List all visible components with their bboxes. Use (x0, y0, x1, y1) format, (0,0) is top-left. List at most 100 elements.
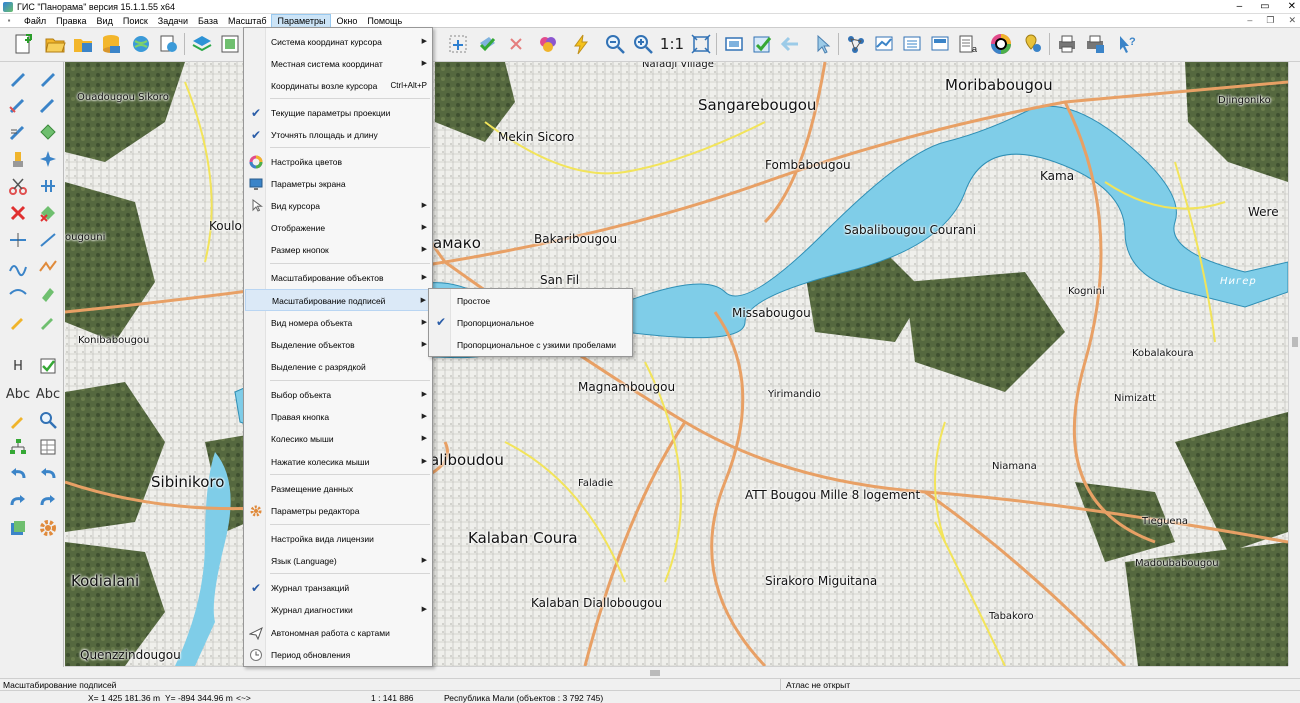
move-vertex-button[interactable] (35, 120, 61, 144)
delete-button[interactable] (5, 201, 31, 225)
menu-item-label-scaling[interactable]: Масштабирование подписей ▶ (245, 289, 432, 311)
hierarchy-button[interactable] (5, 435, 31, 459)
menu-item-sparse-selection[interactable]: Выделение с разрядкой (245, 356, 432, 378)
menu-item-object-number-view[interactable]: Вид номера объекта ▶ (245, 312, 432, 334)
properties-button[interactable] (5, 516, 31, 540)
menu-item-license-view[interactable]: Настройка вида лицензии (245, 528, 432, 550)
menu-item-cursor-coord-system[interactable]: Система координат курсора ▶ (245, 31, 432, 53)
delete-object-button[interactable] (503, 31, 529, 57)
settings-button[interactable] (35, 516, 61, 540)
menu-parameters[interactable]: Параметры (271, 13, 332, 28)
layers-button[interactable] (189, 31, 215, 57)
zoom-extent-button[interactable] (688, 31, 714, 57)
scale-1-1-button[interactable]: 1:1 (659, 31, 685, 57)
checked-box-button[interactable] (35, 354, 61, 378)
menu-item-object-scaling[interactable]: Масштабирование объектов ▶ (245, 267, 432, 289)
menu-item-diagnostic-log[interactable]: Журнал диагностики ▶ (245, 599, 432, 621)
maximize-icon[interactable]: ▭ (1260, 0, 1269, 14)
paint-button[interactable] (5, 147, 31, 171)
menu-search[interactable]: Поиск (118, 14, 153, 28)
network-tool-button[interactable] (843, 31, 869, 57)
menu-item-projection-params[interactable]: ✔ Текущие параметры проекции (245, 102, 432, 124)
list-window-button[interactable] (899, 31, 925, 57)
horizontal-scrollbar[interactable] (65, 666, 1288, 678)
copy-object-button[interactable] (5, 282, 31, 306)
submenu-item-proportional-narrow[interactable]: Пропорциональное с узкими пробелами (430, 334, 632, 356)
help-pointer-button[interactable]: ? (1114, 31, 1140, 57)
menu-item-right-button[interactable]: Правая кнопка ▶ (245, 406, 432, 428)
text-pencil-button[interactable] (5, 309, 31, 333)
text-abc-button[interactable]: Abc (5, 382, 31, 406)
menu-item-coords-near-cursor[interactable]: Координаты возле курсора Ctrl+Alt+P (245, 75, 432, 97)
pen-tool-button[interactable] (5, 66, 31, 90)
select-area-button[interactable] (721, 31, 747, 57)
menu-scale[interactable]: Масштаб (223, 14, 272, 28)
scroll-thumb[interactable] (1292, 337, 1298, 347)
mdi-minimize-icon[interactable]: – (1247, 15, 1252, 26)
print-button[interactable] (1054, 31, 1080, 57)
add-object-button[interactable] (445, 31, 471, 57)
menu-item-mouse-wheel-press[interactable]: Нажатие колесика мыши ▶ (245, 451, 432, 473)
smooth-line-button[interactable] (5, 255, 31, 279)
menu-item-button-size[interactable]: Размер кнопок ▶ (245, 239, 432, 261)
submenu-item-simple[interactable]: Простое (430, 290, 632, 312)
menu-item-object-choice[interactable]: Выбор объекта ▶ (245, 384, 432, 406)
back-button[interactable] (777, 31, 803, 57)
table-button[interactable] (35, 435, 61, 459)
scroll-thumb[interactable] (650, 670, 660, 676)
menu-help[interactable]: Помощь (362, 14, 407, 28)
rotate-button[interactable] (35, 147, 61, 171)
menu-tasks[interactable]: Задачи (153, 14, 193, 28)
redo-arrow-button[interactable] (5, 489, 31, 513)
cut-button[interactable] (5, 174, 31, 198)
palette-button[interactable] (535, 31, 561, 57)
delete-part-button[interactable] (35, 201, 61, 225)
layers-list-button[interactable] (156, 31, 182, 57)
menu-item-cursor-view[interactable]: Вид курсора ▶ (245, 195, 432, 217)
height-button[interactable]: H (5, 354, 31, 378)
menu-item-mouse-wheel[interactable]: Колесико мыши ▶ (245, 428, 432, 450)
find-object-button[interactable] (35, 408, 61, 432)
zoom-out-button[interactable] (602, 31, 628, 57)
menu-item-data-placement[interactable]: Размещение данных (245, 478, 432, 500)
open-button[interactable] (42, 31, 68, 57)
mdi-restore-icon[interactable]: ❐ (1266, 15, 1274, 26)
menu-item-color-settings[interactable]: Настройка цветов (245, 151, 432, 173)
map-window-button[interactable] (871, 31, 897, 57)
draw-line-button[interactable] (5, 93, 31, 117)
menu-item-editor-params[interactable]: Параметры редактора (245, 500, 432, 522)
pointer-button[interactable] (810, 31, 836, 57)
menu-item-display[interactable]: Отображение ▶ (245, 217, 432, 239)
select-check-button[interactable] (749, 31, 775, 57)
map-list-button[interactable] (217, 31, 243, 57)
menu-edit[interactable]: Правка (51, 14, 91, 28)
mdi-close-icon[interactable]: ✕ (1288, 15, 1296, 26)
route-button[interactable] (35, 255, 61, 279)
vertical-scrollbar[interactable] (1288, 62, 1300, 666)
color-wheel-button[interactable] (988, 31, 1014, 57)
menu-item-update-period[interactable]: Период обновления (245, 644, 432, 666)
minimize-icon[interactable]: – (1237, 0, 1243, 14)
menu-window[interactable]: Окно (331, 14, 362, 28)
menu-file[interactable]: Файл (19, 14, 51, 28)
menu-item-screen-params[interactable]: Параметры экрана (245, 173, 432, 195)
label-pencil-button[interactable] (5, 408, 31, 432)
close-icon[interactable]: ✕ (1288, 0, 1296, 14)
menu-database[interactable]: База (193, 14, 223, 28)
move-object-button[interactable] (35, 282, 61, 306)
menu-item-refine-area[interactable]: ✔ Уточнять площадь и длину (245, 124, 432, 146)
draw-curve-button[interactable] (35, 93, 61, 117)
menu-item-object-selection[interactable]: Выделение объектов ▶ (245, 334, 432, 356)
search-place-button[interactable] (1020, 31, 1046, 57)
print-preview-button[interactable] (1082, 31, 1108, 57)
open-database-button[interactable] (98, 31, 124, 57)
open-web-button[interactable] (128, 31, 154, 57)
menu-item-language[interactable]: Язык (Language) ▶ (245, 550, 432, 572)
extend-line-button[interactable] (35, 228, 61, 252)
open-data-button[interactable] (70, 31, 96, 57)
menu-item-transaction-log[interactable]: ✔ Журнал транзакций (245, 577, 432, 599)
undo-arrow-button[interactable] (5, 462, 31, 486)
edit-text-button[interactable] (35, 309, 61, 333)
new-document-button[interactable] (10, 31, 36, 57)
menu-item-local-coord-system[interactable]: Местная система координат ▶ (245, 53, 432, 75)
